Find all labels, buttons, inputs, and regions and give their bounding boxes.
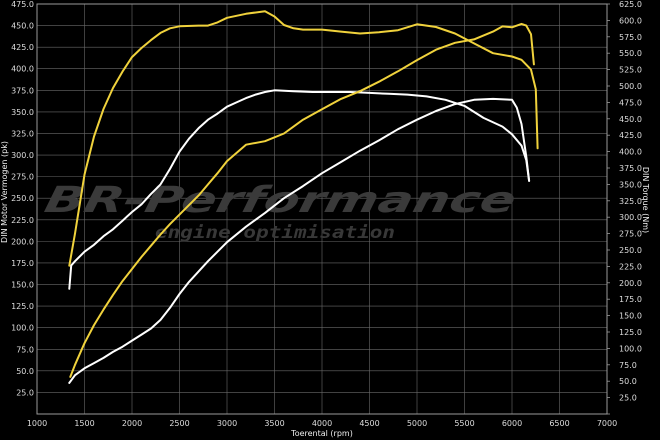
y-right-tick-label: 200.0 [619,279,642,288]
y-right-tick-label: 600.0 [619,16,642,25]
y-right-tick-label: 425.0 [619,131,642,140]
x-tick-label: 2000 [122,419,142,428]
y-left-tick-label: 175.0 [11,259,34,268]
y-left-tick-label: 125.0 [11,302,34,311]
y-right-tick-label: 100.0 [619,344,642,353]
watermark-tagline: engine optimisation [155,223,395,243]
y-left-tick-label: 400.0 [11,65,34,74]
y-right-tick-label: 125.0 [619,328,642,337]
x-tick-label: 4500 [359,419,379,428]
x-tick-label: 5000 [407,419,427,428]
y-right-axis-title: DIN Torque (Nm) [641,167,650,233]
y-right-tick-label: 475.0 [619,98,642,107]
dyno-chart: BR-Performance engine optimisation 1000 1… [0,0,660,440]
y-right-tick-label: 250.0 [619,246,642,255]
x-tick-label: 7000 [597,419,617,428]
x-tick-label: 6500 [549,419,569,428]
y-right-tick-label: 275.0 [619,230,642,239]
x-tick-label: 3000 [217,419,237,428]
y-right-tick-label: 375.0 [619,164,642,173]
y-left-tick-label: 325.0 [11,129,34,138]
x-tick-label: 4000 [312,419,332,428]
y-right-tick-label: 500.0 [619,82,642,91]
x-tick-label: 5500 [454,419,474,428]
y-right-tick-label: 575.0 [619,33,642,42]
y-left-tick-label: 450.0 [11,22,34,31]
y-left-tick-label: 275.0 [11,173,34,182]
y-right-tick-label: 350.0 [619,180,642,189]
y-right-tick-label: 50.0 [619,377,637,386]
y-right-tick-label: 25.0 [619,394,637,403]
x-tick-label: 1500 [74,419,94,428]
y-right-tick-label: 400.0 [619,148,642,157]
x-tick-label: 1000 [27,419,47,428]
y-right-tick-label: 450.0 [619,115,642,124]
y-left-tick-label: 100.0 [11,324,34,333]
y-left-tick-label: 475.0 [11,0,34,9]
y-left-axis-title: DIN Motor Vermogen (pk) [0,141,9,243]
y-left-tick-label: 150.0 [11,281,34,290]
y-right-tick-label: 225.0 [619,262,642,271]
y-right-tick-label: 150.0 [619,312,642,321]
y-right-tick-label: 175.0 [619,295,642,304]
y-left-tick-label: 425.0 [11,43,34,52]
y-left-tick-label: 375.0 [11,86,34,95]
x-tick-label: 6000 [502,419,522,428]
y-left-tick-label: 200.0 [11,237,34,246]
x-tick-label: 2500 [169,419,189,428]
y-left-tick-label: 225.0 [11,216,34,225]
x-tick-label: 3500 [264,419,284,428]
y-right-tick-label: 75.0 [619,361,637,370]
y-left-tick-label: 300.0 [11,151,34,160]
y-left-tick-label: 25.0 [16,388,34,397]
y-right-tick-label: 550.0 [619,49,642,58]
y-right-tick-label: 325.0 [619,197,642,206]
y-right-tick-label: 625.0 [619,0,642,9]
x-axis-title: Toerental (rpm) [290,429,353,438]
y-left-tick-label: 75.0 [16,345,34,354]
y-left-tick-label: 250.0 [11,194,34,203]
y-right-tick-label: 525.0 [619,66,642,75]
y-right-tick-label: 300.0 [619,213,642,222]
y-left-tick-label: 50.0 [16,367,34,376]
y-left-tick-label: 350.0 [11,108,34,117]
